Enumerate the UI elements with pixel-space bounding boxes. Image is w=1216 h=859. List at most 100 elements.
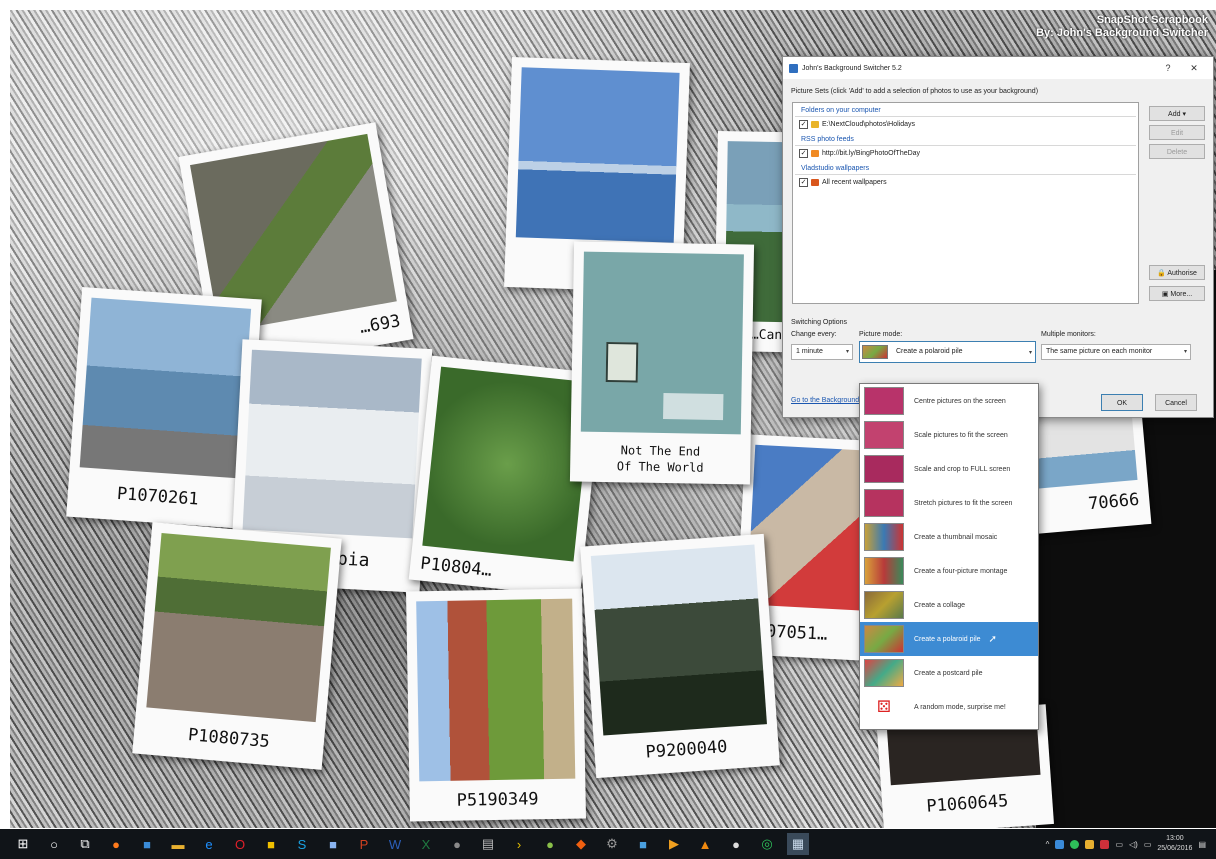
powerpoint-icon[interactable]: P	[353, 833, 375, 855]
more-button[interactable]: ▣ More...	[1149, 286, 1205, 301]
dice-icon: ⚄	[864, 693, 904, 721]
mode-option-random[interactable]: ⚄ A random mode, surprise me!	[860, 690, 1038, 724]
mode-option-montage[interactable]: Create a four-picture montage	[860, 554, 1038, 588]
picture-set-rss[interactable]: ✓ http://bit.ly/BingPhotoOfTheDay	[793, 146, 1138, 161]
note-papers	[663, 393, 724, 421]
store-icon[interactable]: ■	[136, 833, 158, 855]
file-explorer-icon[interactable]: ▬	[167, 833, 189, 855]
authorise-button[interactable]: 🔒 Authorise	[1149, 265, 1205, 280]
android-icon[interactable]: ●	[539, 833, 561, 855]
background-switcher-dialog: John's Background Switcher 5.2 ? ✕ Pictu…	[782, 56, 1214, 418]
media-icon[interactable]: ▶	[663, 833, 685, 855]
photo-caption: 70666	[1087, 489, 1141, 515]
tray-folder-icon[interactable]	[1085, 839, 1095, 849]
picture-mode-select[interactable]: Create a polaroid pile ▾	[859, 341, 1036, 363]
chevron-up-icon[interactable]: ^	[1046, 840, 1050, 849]
multiple-monitors-select[interactable]: The same picture on each monitor ▾	[1041, 344, 1191, 360]
paint-icon[interactable]: ■	[322, 833, 344, 855]
green-app-icon[interactable]: ◎	[756, 833, 778, 855]
mode-option-collage[interactable]: Create a collage	[860, 588, 1038, 622]
picture-set-folder[interactable]: ✓ E:\NextCloud\photos\Holidays	[793, 117, 1138, 132]
windows-icon[interactable]: ⊞	[12, 833, 34, 855]
photo-caption: P5190349	[456, 789, 539, 811]
chevron-down-icon: ▾	[845, 349, 849, 355]
picture-mode-label: Picture mode:	[859, 331, 903, 338]
tray-app-icon[interactable]	[1055, 839, 1065, 849]
mode-label: Create a postcard pile	[914, 669, 983, 677]
photo-app-icon[interactable]: ●	[446, 833, 468, 855]
delete-button[interactable]: Delete	[1149, 144, 1205, 159]
picture-mode-dropdown[interactable]: Centre pictures on the screen Scale pict…	[859, 383, 1039, 730]
checkbox[interactable]: ✓	[799, 149, 808, 158]
playground-photo: P1080735	[132, 522, 342, 770]
firefox-icon[interactable]: ●	[105, 833, 127, 855]
picture-sets-instructions: Picture Sets (click 'Add' to add a selec…	[791, 88, 1039, 95]
mode-option-postcard[interactable]: Create a postcard pile	[860, 656, 1038, 690]
task-view-icon[interactable]: ⧉	[74, 833, 96, 855]
mode-thumbnail	[864, 387, 904, 415]
edit-button[interactable]: Edit	[1149, 125, 1205, 140]
chrome-icon[interactable]: ●	[725, 833, 747, 855]
calculator-icon[interactable]: ▤	[477, 833, 499, 855]
wallpaper-title-line1: SnapShot Scrapbook	[1096, 14, 1208, 26]
settings-icon[interactable]: ⚙	[601, 833, 623, 855]
volume-icon[interactable]: ◁)	[1129, 840, 1138, 849]
mode-option-scale-crop[interactable]: Scale and crop to FULL screen	[860, 452, 1038, 486]
map-image	[422, 366, 593, 562]
ok-button[interactable]: OK	[1101, 394, 1143, 411]
tray-status-icon[interactable]	[1070, 839, 1080, 849]
network-icon[interactable]: ▭	[1115, 840, 1123, 849]
excel-icon[interactable]: X	[415, 833, 437, 855]
picture-sets-list[interactable]: Folders on your computer ✓ E:\NextCloud\…	[792, 102, 1139, 304]
go-to-background-link[interactable]: Go to the Background...	[791, 397, 865, 404]
playground-image	[146, 532, 331, 723]
cliff-photo: P5190349	[406, 588, 586, 822]
more-icon: ▣	[1161, 291, 1169, 298]
edge-icon[interactable]: e	[198, 833, 220, 855]
checkbox[interactable]: ✓	[799, 120, 808, 129]
keyboard-icon[interactable]: ▭	[1144, 840, 1152, 849]
chevron-down-icon: ▾	[1028, 350, 1032, 356]
help-button[interactable]: ?	[1155, 63, 1181, 73]
clock[interactable]: 13:00 25/06/2016	[1157, 834, 1192, 854]
forest-image	[590, 544, 767, 736]
taskbar: ⊞ ○ ⧉ ● ■ ▬ e O ■ S ■ P W X ● ▤ › ● ◆ ⚙ …	[0, 829, 1216, 859]
mode-option-polaroid[interactable]: Create a polaroid pile ➚	[860, 622, 1038, 656]
more-label: More...	[1170, 291, 1193, 298]
change-every-value: 1 minute	[796, 348, 823, 355]
shopping-bag-icon[interactable]: ■	[260, 833, 282, 855]
mode-option-centre[interactable]: Centre pictures on the screen	[860, 384, 1038, 418]
app-orange-icon[interactable]: ◆	[570, 833, 592, 855]
skype-icon[interactable]: S	[291, 833, 313, 855]
opera-icon[interactable]: O	[229, 833, 251, 855]
mode-option-mosaic[interactable]: Create a thumbnail mosaic	[860, 520, 1038, 554]
group-header-rss: RSS photo feeds	[795, 134, 1136, 146]
vlc-icon[interactable]: ▲	[694, 833, 716, 855]
mode-option-scale[interactable]: Scale pictures to fit the screen	[860, 418, 1038, 452]
multiple-monitors-label: Multiple monitors:	[1041, 331, 1096, 338]
folder-icon	[811, 121, 819, 128]
close-button[interactable]: ✕	[1181, 63, 1207, 74]
mode-thumbnail	[864, 489, 904, 517]
add-button[interactable]: Add ▾	[1149, 106, 1205, 121]
child-at-rail-photo: P1070261	[66, 287, 262, 529]
photos-icon[interactable]: ■	[632, 833, 654, 855]
background-switcher-taskbar-icon[interactable]: ▦	[787, 833, 809, 855]
mode-label: Scale and crop to FULL screen	[914, 465, 1011, 473]
tray-alert-icon[interactable]	[1100, 839, 1110, 849]
picture-set-vladstudio[interactable]: ✓ All recent wallpapers	[793, 175, 1138, 190]
mode-option-stretch[interactable]: Stretch pictures to fit the screen	[860, 486, 1038, 520]
switching-options-title: Switching Options	[791, 319, 848, 326]
change-every-label: Change every:	[791, 331, 837, 338]
multiple-monitors-value: The same picture on each monitor	[1046, 348, 1153, 355]
mode-label: Create a thumbnail mosaic	[914, 533, 998, 541]
change-every-select[interactable]: 1 minute ▾	[791, 344, 853, 360]
cancel-button[interactable]: Cancel	[1155, 394, 1197, 411]
terminal-icon[interactable]: ›	[508, 833, 530, 855]
word-icon[interactable]: W	[384, 833, 406, 855]
search-icon[interactable]: ○	[43, 833, 65, 855]
mode-label: Create a collage	[914, 601, 965, 609]
mode-label: A random mode, surprise me!	[914, 703, 1006, 711]
notification-icon[interactable]: ▤	[1198, 840, 1206, 849]
checkbox[interactable]: ✓	[799, 178, 808, 187]
